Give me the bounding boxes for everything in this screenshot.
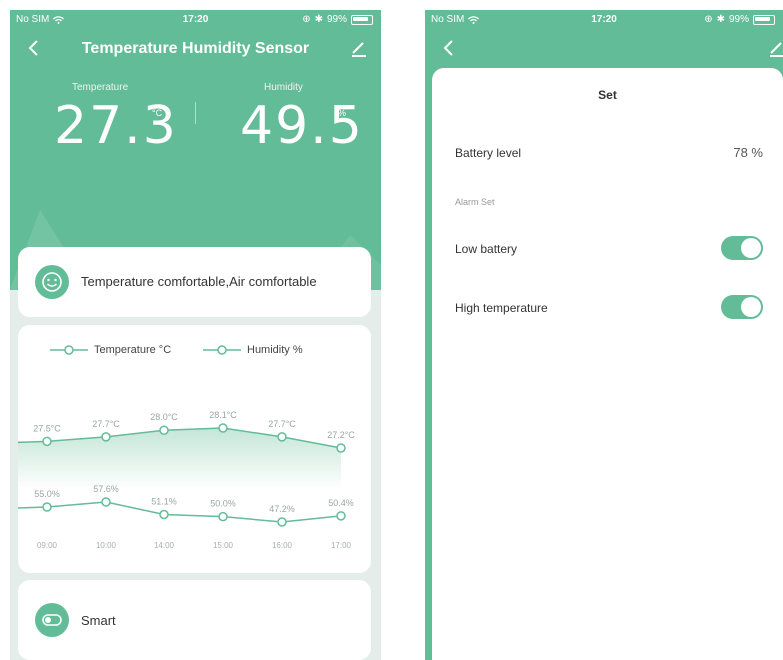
legend-label-humidity: Humidity % bbox=[247, 344, 303, 356]
data-point[interactable] bbox=[101, 432, 111, 442]
smart-card[interactable]: Smart bbox=[18, 580, 371, 660]
battery-level-label: Battery level bbox=[455, 146, 522, 160]
battery-percent: 99% bbox=[728, 14, 749, 25]
data-point[interactable] bbox=[42, 436, 52, 447]
alarm-section-label: Alarm Set bbox=[455, 197, 495, 207]
series-area-0 bbox=[18, 428, 341, 490]
data-label: 27.2°C bbox=[327, 430, 355, 440]
battery-icon bbox=[351, 14, 373, 25]
sheet-title: Set bbox=[598, 88, 617, 102]
nav-bar bbox=[425, 34, 783, 64]
data-label: 50.4% bbox=[328, 498, 354, 508]
data-label: 55.0% bbox=[34, 489, 60, 499]
back-arrow-icon[interactable] bbox=[22, 36, 46, 60]
data-point[interactable] bbox=[159, 509, 169, 520]
battery-level-value: 78 % bbox=[733, 145, 763, 160]
data-label: 27.7°C bbox=[92, 419, 120, 429]
x-tick-label: 16:00 bbox=[272, 541, 293, 550]
data-point[interactable] bbox=[218, 511, 228, 522]
legend-item-humidity: Humidity % bbox=[203, 344, 303, 356]
data-label: 28.0°C bbox=[150, 412, 178, 422]
data-label: 27.7°C bbox=[268, 419, 296, 429]
low-battery-toggle[interactable] bbox=[721, 236, 763, 260]
edit-icon[interactable] bbox=[765, 36, 783, 60]
history-chart-card: Temperature °C Humidity % 27.5°C 27.7°C 28… bbox=[18, 325, 371, 573]
smart-label: Smart bbox=[81, 613, 116, 628]
data-point[interactable] bbox=[277, 517, 287, 527]
x-tick-label: 15:00 bbox=[213, 541, 234, 550]
status-bar: No SIM 17:20 ⊕ ✱ 99% bbox=[10, 10, 381, 30]
data-point[interactable] bbox=[159, 425, 169, 435]
high-temperature-label: High temperature bbox=[455, 301, 548, 315]
legend-line-icon bbox=[50, 345, 88, 355]
data-point[interactable] bbox=[218, 423, 228, 433]
battery-icon bbox=[753, 14, 775, 25]
legend-line-icon bbox=[203, 345, 241, 355]
x-tick-label: 14:00 bbox=[154, 541, 175, 550]
data-point[interactable] bbox=[42, 502, 52, 512]
x-tick-label: 09:00 bbox=[37, 541, 58, 550]
data-label: 57.6% bbox=[93, 484, 119, 494]
status-bar: No SIM 17:20 ⊕ ✱ 99% bbox=[425, 10, 783, 30]
readings-divider bbox=[195, 102, 196, 124]
high-temperature-toggle[interactable] bbox=[721, 295, 763, 319]
data-label: 50.0% bbox=[210, 499, 236, 509]
toggle-knob bbox=[741, 297, 761, 317]
toggle-knob bbox=[741, 238, 761, 258]
humidity-value: 49.5 bbox=[240, 96, 364, 156]
temperature-unit: °C bbox=[152, 108, 163, 118]
humidity-label: Humidity bbox=[264, 82, 303, 93]
settings-sheet: Set Battery level 78 % Alarm Set Low bat… bbox=[432, 68, 783, 660]
temperature-label: Temperature bbox=[72, 82, 129, 93]
data-point[interactable] bbox=[277, 432, 287, 442]
bluetooth-icon: ✱ bbox=[716, 14, 725, 25]
smiley-icon bbox=[35, 265, 69, 299]
nav-bar: Temperature Humidity Sensor bbox=[10, 34, 381, 64]
legend-item-temperature: Temperature °C bbox=[50, 344, 171, 356]
comfort-status: Temperature comfortable,Air comfortable bbox=[81, 274, 317, 289]
data-label: 28.1°C bbox=[209, 410, 237, 420]
data-label: 51.1% bbox=[151, 497, 177, 507]
edit-icon[interactable] bbox=[347, 36, 371, 60]
comfort-card[interactable]: Temperature comfortable,Air comfortable bbox=[18, 247, 371, 317]
settings-screen: No SIM 17:20 ⊕ ✱ 99% Set Battery level 7… bbox=[425, 10, 783, 660]
location-icon: ⊕ bbox=[704, 14, 713, 25]
location-icon: ⊕ bbox=[302, 14, 311, 25]
bluetooth-icon: ✱ bbox=[314, 14, 323, 25]
data-point[interactable] bbox=[101, 497, 111, 507]
humidity-unit: % bbox=[338, 108, 347, 118]
history-line-chart: 27.5°C 27.7°C 28.0°C 28.1°C 27.7°C 27.2°C 55.0… bbox=[18, 410, 355, 550]
low-battery-label: Low battery bbox=[455, 242, 518, 256]
temperature-value: 27.3 bbox=[54, 96, 178, 156]
battery-percent: 99% bbox=[326, 14, 347, 25]
legend-label-temperature: Temperature °C bbox=[94, 344, 172, 356]
data-point[interactable] bbox=[336, 443, 346, 453]
data-point[interactable] bbox=[336, 511, 346, 521]
x-tick-label: 10:00 bbox=[96, 541, 117, 550]
back-arrow-icon[interactable] bbox=[437, 36, 461, 60]
x-tick-label: 17:00 bbox=[331, 541, 352, 550]
data-label: 47.2% bbox=[269, 504, 295, 514]
data-label: 27.5°C bbox=[33, 423, 61, 433]
toggle-switch-icon bbox=[35, 603, 69, 637]
sensor-screen: Temperature 27.3 °C Humidity 49.5 % No S… bbox=[10, 10, 381, 660]
page-title: Temperature Humidity Sensor bbox=[81, 40, 310, 57]
